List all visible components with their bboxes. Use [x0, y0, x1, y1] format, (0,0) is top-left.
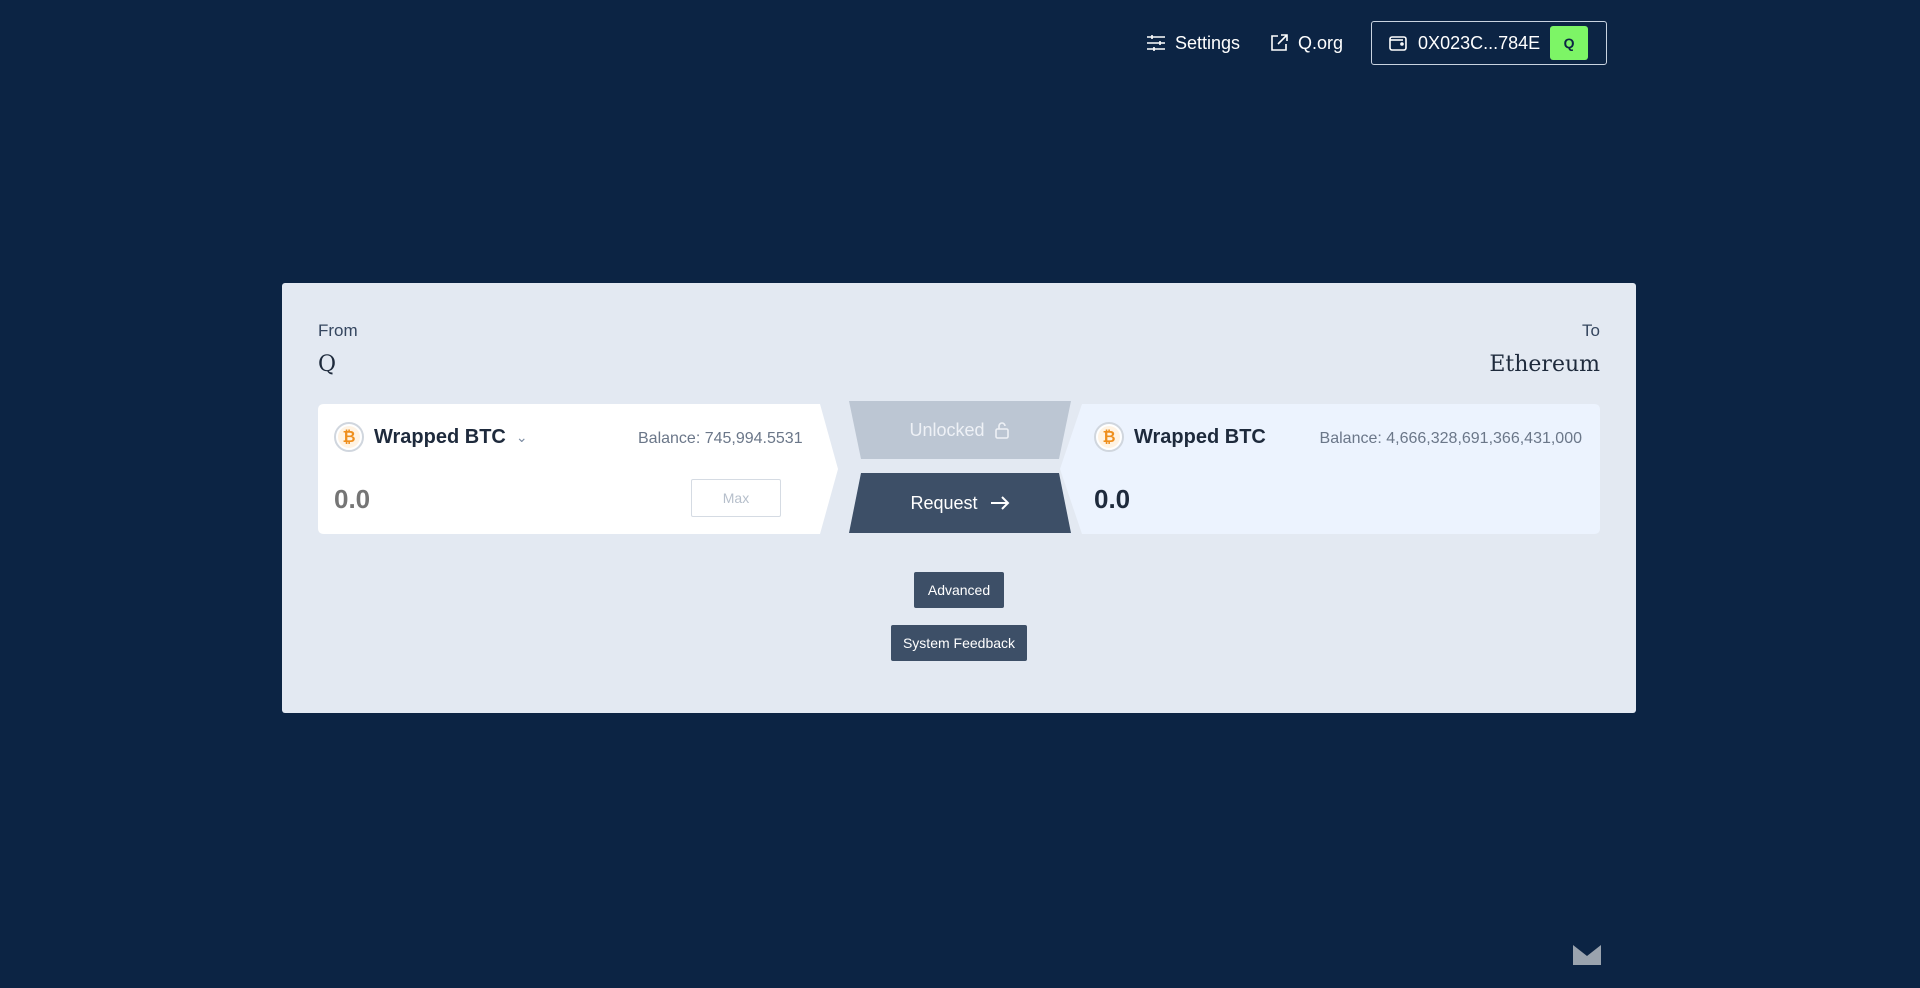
- chevron-down-icon[interactable]: ⌄: [516, 429, 528, 446]
- settings-link[interactable]: Settings: [1145, 32, 1240, 54]
- source-token-selector[interactable]: ₿ Wrapped BTC ⌄: [334, 422, 528, 452]
- top-navigation: Settings Q.org 0X023C...784E Q: [1145, 20, 1608, 66]
- qorg-link[interactable]: Q.org: [1268, 32, 1343, 54]
- source-token-panel: ₿ Wrapped BTC ⌄ Balance: 745,994.5531 Ma…: [318, 404, 838, 534]
- external-link-icon: [1271, 34, 1288, 51]
- source-token-name: Wrapped BTC: [374, 425, 506, 448]
- bitcoin-icon: ₿: [334, 422, 364, 452]
- unlock-icon: [994, 422, 1009, 439]
- arrow-right-icon: [990, 496, 1009, 510]
- source-balance: Balance: 745,994.5531: [638, 430, 803, 447]
- system-feedback-button[interactable]: System Feedback: [891, 625, 1027, 661]
- from-label: From: [318, 321, 358, 340]
- wallet-network-badge: Q: [1550, 26, 1589, 60]
- source-amount-input[interactable]: [334, 484, 534, 515]
- to-label: To: [1582, 321, 1600, 340]
- settings-label: Settings: [1175, 32, 1241, 53]
- qorg-label: Q.org: [1298, 32, 1344, 53]
- mail-icon[interactable]: [1573, 945, 1601, 965]
- destination-token: ₿ Wrapped BTC: [1094, 422, 1266, 452]
- destination-balance: Balance: 4,666,328,691,366,431,000: [1319, 430, 1582, 447]
- destination-amount: 0.0: [1094, 484, 1131, 514]
- sliders-icon: [1147, 35, 1165, 51]
- unlocked-status: Unlocked: [849, 401, 1071, 459]
- wallet-icon: [1389, 36, 1407, 51]
- request-button[interactable]: Request: [849, 473, 1071, 533]
- wallet-button[interactable]: 0X023C...784E Q: [1371, 21, 1608, 65]
- advanced-button[interactable]: Advanced: [914, 572, 1004, 608]
- wallet-address: 0X023C...784E: [1418, 32, 1541, 53]
- to-network: Ethereum: [1489, 352, 1600, 377]
- from-network: Q: [318, 352, 337, 377]
- bridge-card: From Q To Ethereum ₿ Wrapped BTC ⌄ Balan…: [282, 283, 1636, 713]
- destination-token-name: Wrapped BTC: [1134, 425, 1266, 448]
- action-center: Unlocked Request: [849, 401, 1071, 537]
- unlocked-label: Unlocked: [909, 419, 985, 440]
- request-label: Request: [910, 492, 978, 513]
- destination-token-panel: ₿ Wrapped BTC Balance: 4,666,328,691,366…: [1060, 404, 1600, 534]
- max-button[interactable]: Max: [691, 479, 781, 517]
- bitcoin-icon: ₿: [1094, 422, 1124, 452]
